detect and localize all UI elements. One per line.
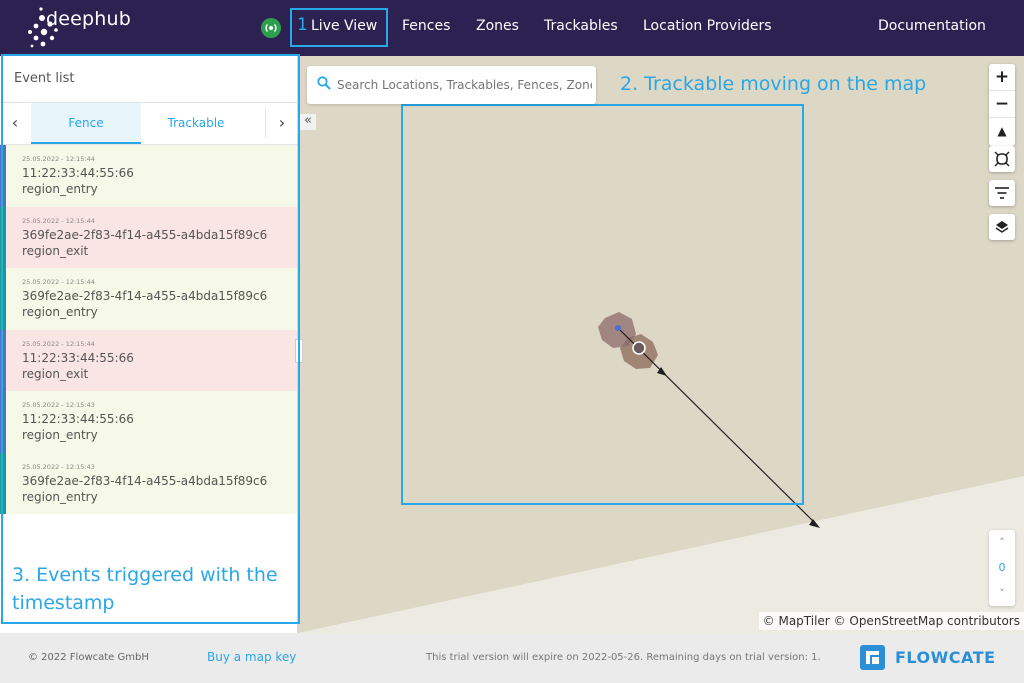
collapse-panel-button[interactable]: « xyxy=(300,114,316,130)
event-timestamp: 25.05.2022 - 12:15:44 xyxy=(22,278,95,286)
live-status-icon xyxy=(261,18,281,38)
event-trackable-id: 369fe2ae-2f83-4f14-a455-a4bda15f89c6 xyxy=(22,473,268,488)
tabs-prev-button[interactable]: ‹ xyxy=(0,103,30,144)
search-input[interactable] xyxy=(337,74,592,96)
nav-documentation[interactable]: Documentation xyxy=(878,18,986,34)
event-timestamp: 25.05.2022 - 12:15:44 xyxy=(22,155,95,163)
search-icon xyxy=(317,76,331,90)
fit-bounds-button[interactable] xyxy=(989,146,1015,172)
event-list: 25.05.2022 - 12:15:44 11:22:33:44:55:66 … xyxy=(0,145,297,514)
event-list-panel: Event list ‹ Fence Trackable › 25.05.202… xyxy=(0,56,303,633)
event-trackable-id: 11:22:33:44:55:66 xyxy=(22,166,134,180)
trial-notice: This trial version will expire on 2022-0… xyxy=(426,652,821,663)
nav-location-providers[interactable]: Location Providers xyxy=(643,18,772,34)
footer: © 2022 Flowcate GmbH Buy a map key This … xyxy=(0,633,1024,683)
nav-trackables[interactable]: Trackables xyxy=(544,18,618,34)
buy-map-key-link[interactable]: Buy a map key xyxy=(207,650,296,664)
event-type: region_exit xyxy=(22,366,89,381)
event-type: region_entry xyxy=(22,305,98,319)
tab-fence[interactable]: Fence xyxy=(31,103,141,144)
top-navigation: deephub 1 Live View Fences Zones Trackab… xyxy=(0,0,1024,56)
event-tabs: ‹ Fence Trackable › xyxy=(0,103,297,145)
event-timestamp: 25.05.2022 - 12:15:43 xyxy=(22,462,95,471)
map-highlight-box xyxy=(401,104,804,505)
event-item[interactable]: 25.05.2022 - 12:15:44 11:22:33:44:55:66 … xyxy=(0,329,297,391)
event-item[interactable]: 25.05.2022 - 12:15:43 11:22:33:44:55:66 … xyxy=(0,391,297,453)
event-type: region_exit xyxy=(22,243,89,258)
nav-live-view[interactable]: Live View xyxy=(311,18,377,34)
floor-selector: ˄ 0 ˅ xyxy=(989,530,1015,606)
nav-fences[interactable]: Fences xyxy=(402,18,450,34)
event-item[interactable]: 25.05.2022 - 12:15:44 369fe2ae-2f83-4f14… xyxy=(0,206,297,268)
copyright-text: © 2022 Flowcate GmbH xyxy=(28,652,149,663)
tab-trackable[interactable]: Trackable xyxy=(141,103,251,144)
event-trackable-id: 369fe2ae-2f83-4f14-a455-a4bda15f89c6 xyxy=(22,227,268,242)
tab-divider xyxy=(265,109,266,138)
panel-title: Event list xyxy=(14,71,75,86)
map-annotation: 2. Trackable moving on the map xyxy=(620,73,927,95)
map-attribution[interactable]: © MapTiler © OpenStreetMap contributors xyxy=(758,612,1024,630)
event-item[interactable]: 25.05.2022 - 12:15:44 11:22:33:44:55:66 … xyxy=(0,145,297,207)
event-timestamp: 25.05.2022 - 12:15:44 xyxy=(22,339,95,348)
flowcate-logo-icon[interactable] xyxy=(860,645,885,670)
layers-button[interactable] xyxy=(989,214,1015,240)
event-item[interactable]: 25.05.2022 - 12:15:43 369fe2ae-2f83-4f14… xyxy=(0,452,297,514)
zoom-out-button[interactable]: − xyxy=(989,91,1015,118)
panel-resize-handle[interactable] xyxy=(295,339,303,363)
event-timestamp: 25.05.2022 - 12:15:44 xyxy=(22,216,95,225)
filter-icon xyxy=(995,187,1009,199)
event-trackable-id: 369fe2ae-2f83-4f14-a455-a4bda15f89c6 xyxy=(22,289,268,303)
map-search-box[interactable] xyxy=(307,66,596,104)
event-list-annotation: 3. Events triggered with the timestamp xyxy=(12,564,278,614)
map-view[interactable]: 2. Trackable moving on the map « + − ▲ xyxy=(298,56,1024,633)
filter-button[interactable] xyxy=(989,180,1015,206)
event-timestamp: 25.05.2022 - 12:15:43 xyxy=(22,401,95,409)
event-type: region_entry xyxy=(22,182,98,196)
logo-text: deephub xyxy=(46,8,132,30)
zoom-controls: + − ▲ xyxy=(989,64,1015,146)
event-type: region_entry xyxy=(22,428,98,442)
event-trackable-id: 11:22:33:44:55:66 xyxy=(22,412,134,426)
compass-button[interactable]: ▲ xyxy=(989,118,1015,145)
fit-bounds-icon xyxy=(994,151,1010,167)
event-item[interactable]: 25.05.2022 - 12:15:44 369fe2ae-2f83-4f14… xyxy=(0,268,297,330)
flowcate-brand-text: FLOWCATE xyxy=(895,648,996,667)
event-trackable-id: 11:22:33:44:55:66 xyxy=(22,350,134,365)
event-type: region_entry xyxy=(22,489,98,504)
floor-level-value: 0 xyxy=(998,561,1006,574)
floor-down-button[interactable]: ˅ xyxy=(989,581,1015,606)
tabs-next-button[interactable]: › xyxy=(267,103,297,144)
zoom-in-button[interactable]: + xyxy=(989,64,1015,91)
nav-zones[interactable]: Zones xyxy=(476,18,519,34)
live-view-step-number: 1 xyxy=(297,15,308,35)
layers-icon xyxy=(995,221,1009,233)
floor-up-button[interactable]: ˄ xyxy=(989,530,1015,555)
